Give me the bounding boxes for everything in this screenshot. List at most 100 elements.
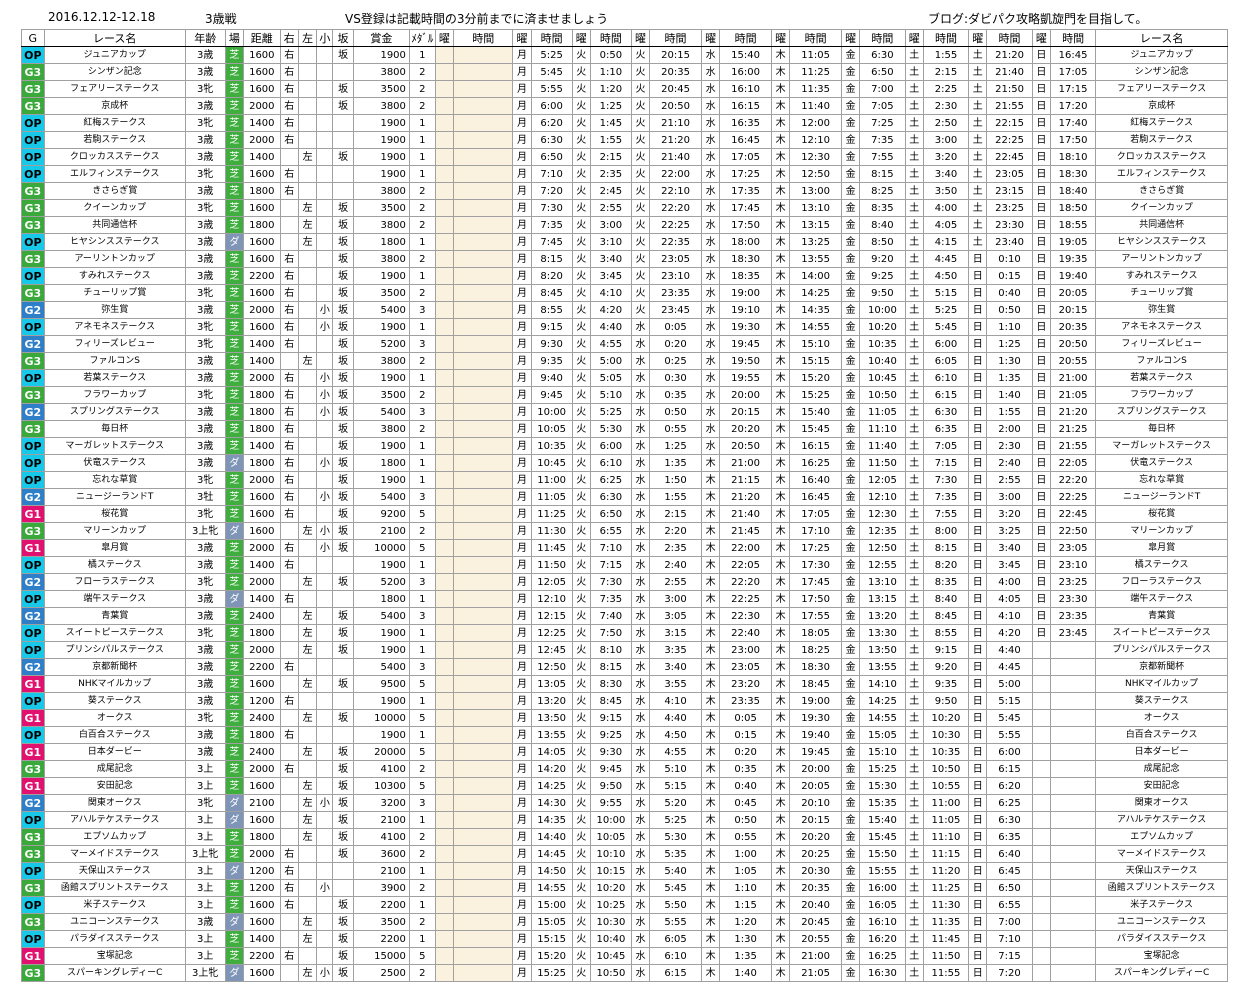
small-track-cell bbox=[316, 726, 334, 744]
age-cell: 3牝 bbox=[184, 335, 226, 353]
race-name-right: 橘ステークス bbox=[1095, 556, 1228, 574]
day-cell: 木 bbox=[700, 692, 721, 710]
age-cell: 3歳 bbox=[184, 658, 226, 676]
time-cell: 1:10 bbox=[986, 318, 1033, 336]
time-cell: 4:40 bbox=[589, 318, 632, 336]
time-cell: 6:05 bbox=[649, 930, 702, 948]
day-cell: 木 bbox=[770, 760, 791, 778]
day-cell: 金 bbox=[840, 267, 861, 285]
day-cell: 土 bbox=[968, 80, 988, 98]
race-name: 日本ダービー bbox=[43, 743, 186, 761]
time-cell: 20:05 bbox=[1049, 284, 1097, 302]
age-cell: 3歳 bbox=[184, 301, 226, 319]
time-cell bbox=[453, 233, 514, 251]
time-cell: 15:05 bbox=[859, 726, 906, 744]
race-name: オークス bbox=[43, 709, 186, 727]
race-name: アハルテケステークス bbox=[43, 811, 186, 829]
age-cell: 3歳 bbox=[184, 233, 226, 251]
slope-cell: 坂 bbox=[332, 607, 354, 625]
distance-cell: 1200 bbox=[242, 692, 281, 710]
medal-cell: 2 bbox=[408, 97, 436, 115]
time-cell: 12:50 bbox=[530, 658, 573, 676]
day-cell: 火 bbox=[571, 539, 591, 557]
time-cell: 12:45 bbox=[530, 641, 573, 659]
time-cell: 18:45 bbox=[789, 675, 842, 693]
table-row: G1 桜花賞 3牝芝 1600 右坂 9200 5 月 11:25 火 6:50 水 2:15 木 21:4… bbox=[21, 505, 1228, 523]
table-row: OP すみれステークス 3歳芝 2200 右坂 1900 1 月 8:20 火 3:45 火 23:10… bbox=[21, 267, 1228, 285]
time-cell: 17:45 bbox=[789, 573, 842, 591]
day-cell: 木 bbox=[700, 590, 721, 608]
time-cell: 15:55 bbox=[859, 862, 906, 880]
day-cell: 日 bbox=[1031, 522, 1051, 540]
time-cell: 14:45 bbox=[530, 845, 573, 863]
day-cell: 火 bbox=[571, 760, 591, 778]
race-name-right: ニュージーランドT bbox=[1095, 488, 1228, 506]
age-cell: 3牝 bbox=[184, 505, 226, 523]
day-cell: 土 bbox=[904, 250, 924, 268]
age-cell: 3牝 bbox=[184, 114, 226, 132]
time-cell bbox=[1049, 743, 1097, 761]
time-cell: 10:50 bbox=[589, 964, 632, 982]
day-cell: 水 bbox=[630, 658, 651, 676]
day-cell: 水 bbox=[630, 964, 651, 982]
column-header: 小 bbox=[316, 29, 334, 47]
day-cell bbox=[434, 199, 455, 217]
table-row: G2 弥生賞 3歳芝 2000 右小坂 5400 3 月 8:55 火 4:20 火 23:45 水 19:… bbox=[21, 301, 1228, 319]
time-cell: 0:10 bbox=[986, 250, 1033, 268]
day-cell bbox=[434, 913, 455, 931]
day-cell: 火 bbox=[571, 505, 591, 523]
race-name-right: 日本ダービー bbox=[1095, 743, 1228, 761]
table-row: G3 共同通信杯 3歳芝 1800 左坂 3800 2 月 7:35 火 3:00 火 22:25 水 17… bbox=[21, 216, 1228, 234]
time-cell: 5:55 bbox=[649, 913, 702, 931]
surface-cell: 芝 bbox=[224, 947, 244, 965]
day-cell: 日 bbox=[968, 488, 988, 506]
day-cell: 木 bbox=[770, 709, 791, 727]
time-cell: 5:25 bbox=[589, 403, 632, 421]
prize-cell: 3500 bbox=[352, 199, 410, 217]
prize-cell: 5400 bbox=[352, 607, 410, 625]
day-cell: 土 bbox=[968, 114, 988, 132]
day-cell: 日 bbox=[968, 658, 988, 676]
day-cell: 土 bbox=[968, 182, 988, 200]
prize-cell: 3900 bbox=[352, 879, 410, 897]
day-cell: 日 bbox=[1031, 216, 1051, 234]
day-cell: 金 bbox=[840, 658, 861, 676]
age-cell: 3歳 bbox=[184, 369, 226, 387]
day-cell: 木 bbox=[770, 148, 791, 166]
time-cell: 0:20 bbox=[649, 335, 702, 353]
time-cell: 8:55 bbox=[530, 301, 573, 319]
day-cell: 木 bbox=[770, 624, 791, 642]
time-cell: 6:15 bbox=[986, 760, 1033, 778]
distance-cell: 1200 bbox=[242, 879, 281, 897]
right-turn-cell: 右 bbox=[279, 301, 299, 319]
time-cell: 18:50 bbox=[1049, 199, 1097, 217]
time-cell: 5:00 bbox=[589, 352, 632, 370]
age-cell: 3上牝 bbox=[184, 845, 226, 863]
slope-cell: 坂 bbox=[332, 233, 354, 251]
distance-cell: 1800 bbox=[242, 454, 281, 472]
grade-badge: OP bbox=[21, 556, 45, 574]
time-cell: 20:20 bbox=[719, 420, 772, 438]
date-range: 2016.12.12-12.18 bbox=[48, 10, 156, 24]
time-cell: 9:50 bbox=[589, 777, 632, 795]
time-cell: 15:10 bbox=[789, 335, 842, 353]
time-cell: 23:35 bbox=[649, 284, 702, 302]
age-cell: 3牝 bbox=[184, 386, 226, 404]
right-turn-cell: 右 bbox=[279, 369, 299, 387]
blog-link[interactable]: ブログ:ダビパク攻略凱旋門を目指して。 bbox=[928, 10, 1147, 27]
surface-cell: 芝 bbox=[224, 352, 244, 370]
day-cell: 日 bbox=[968, 624, 988, 642]
time-cell: 19:55 bbox=[719, 369, 772, 387]
table-row: G3 シンザン記念 3歳芝 1600 右 3800 2 月 5:45 火 1:10 火 20:35 水 16… bbox=[21, 63, 1228, 81]
time-cell bbox=[453, 675, 514, 693]
distance-cell: 1400 bbox=[242, 148, 281, 166]
age-cell: 3牝 bbox=[184, 199, 226, 217]
right-turn-cell bbox=[279, 777, 299, 795]
small-track-cell bbox=[316, 607, 334, 625]
day-cell: 水 bbox=[700, 199, 721, 217]
time-cell: 21:45 bbox=[719, 522, 772, 540]
prize-cell: 3800 bbox=[352, 352, 410, 370]
table-row: OP アネモネステークス 3牝芝 1600 右小坂 1900 1 月 9:15 火 4:40 水 0:0… bbox=[21, 318, 1228, 336]
race-name-right: ユニコーンステークス bbox=[1095, 913, 1228, 931]
day-cell: 金 bbox=[840, 165, 861, 183]
